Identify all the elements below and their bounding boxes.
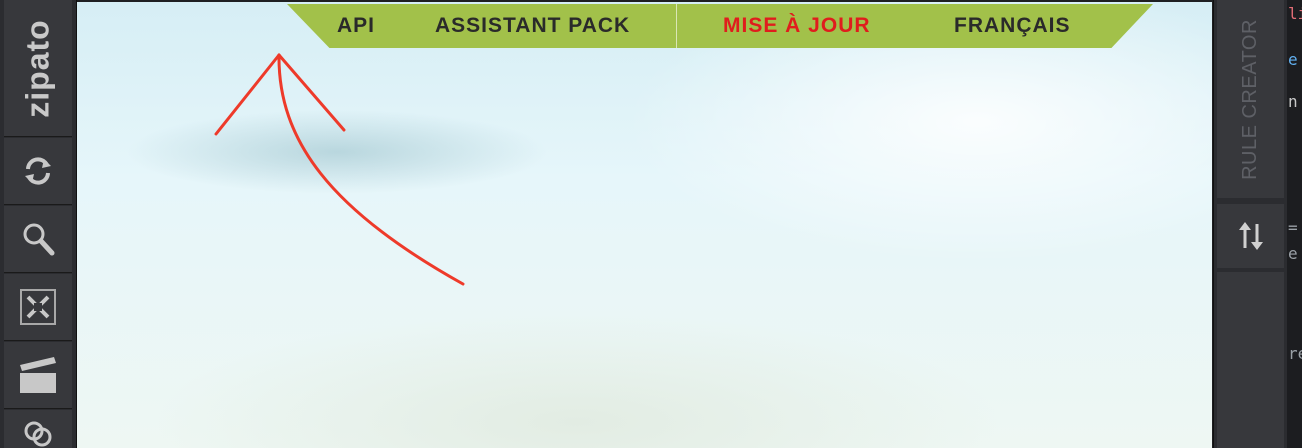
right-toolbar-empty	[1217, 272, 1284, 448]
editor-fragment: re	[1288, 344, 1302, 363]
editor-fragment: e	[1288, 50, 1298, 69]
fit-screen-icon	[20, 289, 56, 325]
refresh-icon	[25, 157, 51, 185]
search-icon	[23, 223, 55, 256]
menu-divider	[676, 4, 677, 48]
menu-api[interactable]: API	[337, 4, 375, 48]
editor-fragment: =	[1288, 218, 1298, 237]
zipato-logo[interactable]: zipato	[4, 0, 72, 137]
search-button[interactable]	[4, 206, 72, 273]
fit-screen-button[interactable]	[4, 274, 72, 341]
editor-fragment: n	[1288, 92, 1298, 111]
link-button[interactable]	[4, 410, 72, 448]
logo-text: zipato	[19, 18, 56, 118]
refresh-button[interactable]	[4, 138, 72, 205]
scenes-button[interactable]	[4, 342, 72, 409]
top-menu: API ASSISTANT PACK MISE À JOUR FRANÇAIS	[287, 4, 1153, 48]
app-window: zipato API ASSISTANT PACK MISE À JOUR FR…	[0, 0, 1302, 448]
rule-creator-tab[interactable]: RULE CREATOR	[1217, 0, 1284, 198]
menu-update[interactable]: MISE À JOUR	[723, 4, 871, 48]
dashboard-canvas: API ASSISTANT PACK MISE À JOUR FRANÇAIS	[77, 2, 1212, 448]
link-icon	[24, 421, 52, 447]
rule-creator-label: RULE CREATOR	[1239, 18, 1261, 180]
right-toolbar: RULE CREATOR	[1213, 0, 1287, 448]
menu-language[interactable]: FRANÇAIS	[954, 4, 1071, 48]
left-toolbar: zipato	[0, 0, 77, 448]
menu-assistant-pack[interactable]: ASSISTANT PACK	[435, 4, 630, 48]
clapperboard-icon	[20, 357, 56, 393]
sort-arrows-icon	[1238, 222, 1263, 250]
editor-fragment: e	[1288, 244, 1298, 263]
sort-button[interactable]	[1217, 204, 1284, 268]
editor-strip: li e n = e re	[1287, 0, 1302, 448]
editor-fragment: li	[1288, 4, 1302, 23]
